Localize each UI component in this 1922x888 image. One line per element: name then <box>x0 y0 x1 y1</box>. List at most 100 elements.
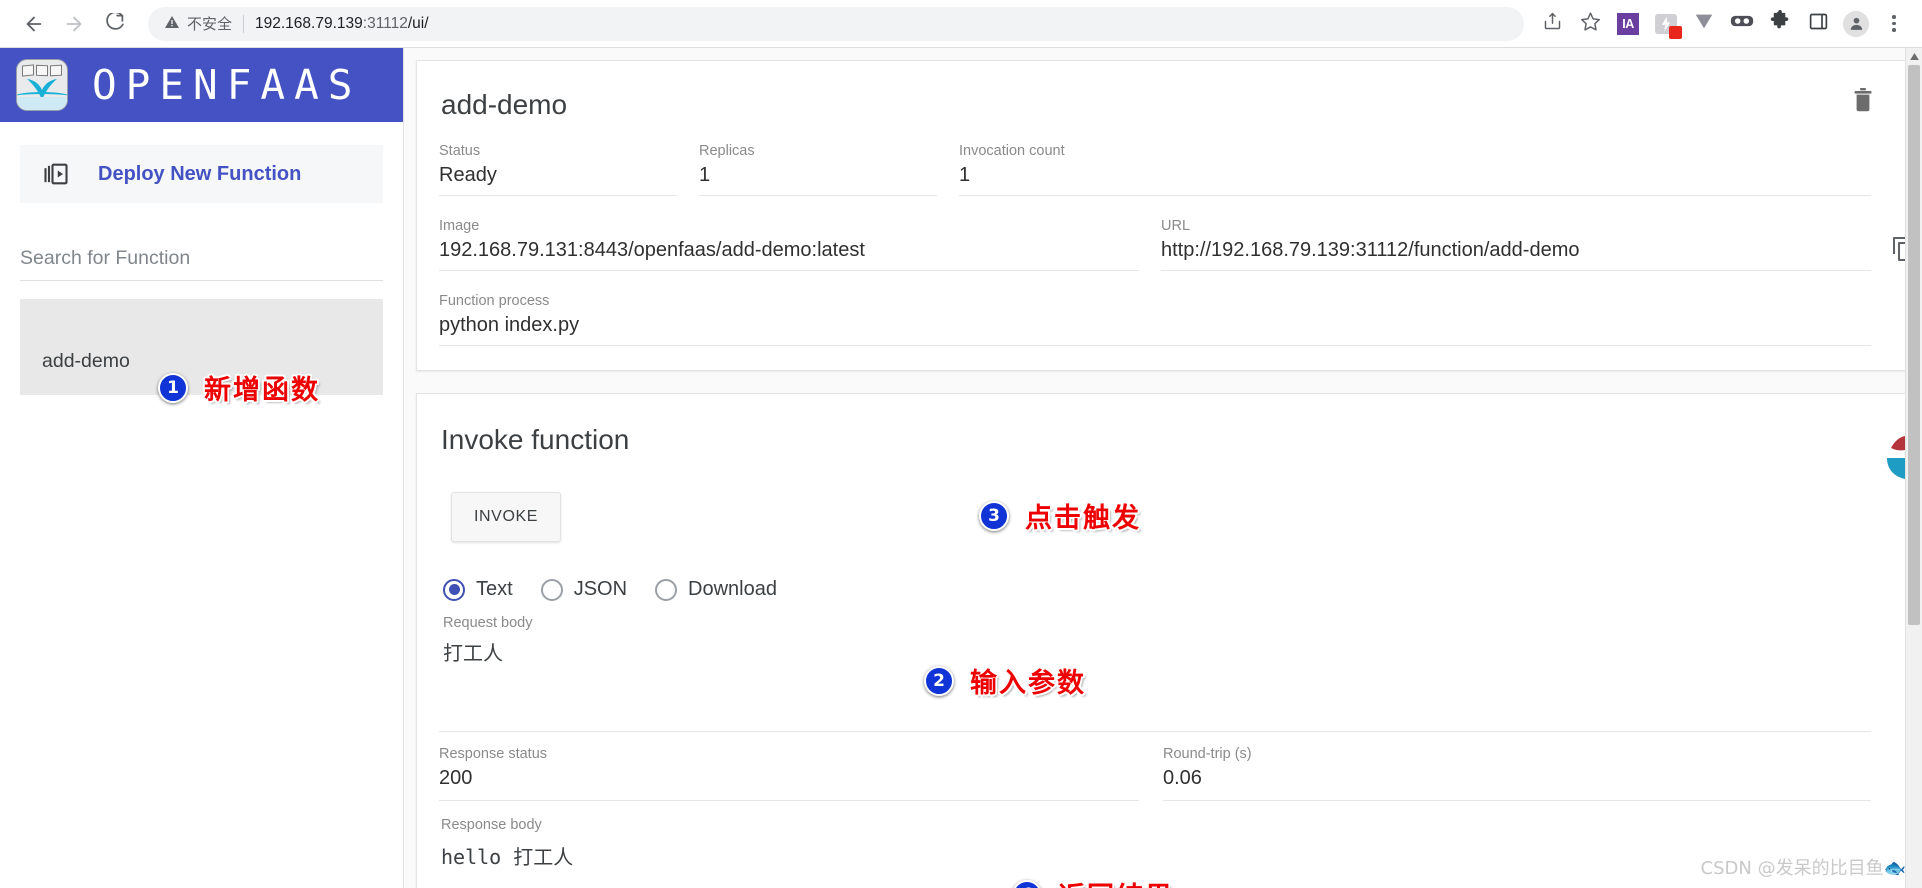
radio-json-label: JSON <box>574 578 627 601</box>
deploy-new-function-button[interactable]: Deploy New Function <box>20 145 383 203</box>
request-body-block: Request body 打工人 <box>443 615 1871 725</box>
response-body-label: Response body <box>441 817 1871 833</box>
back-button[interactable] <box>14 4 54 44</box>
image-field: Image 192.168.79.131:8443/openfaas/add-d… <box>439 218 1139 271</box>
response-status-label: Response status <box>439 746 1139 762</box>
arrow-right-icon <box>63 13 85 35</box>
round-trip-value: 0.06 <box>1163 767 1871 790</box>
response-body-value: hello 打工人 <box>441 841 1871 870</box>
browser-menu-button[interactable] <box>1876 6 1912 42</box>
url-port: :31112 <box>363 15 408 32</box>
response-meta-row: Response status 200 Round-trip (s) 0.06 <box>439 731 1871 801</box>
openfaas-whale-logo <box>16 59 68 111</box>
scroll-thumb[interactable] <box>1908 65 1920 625</box>
watermark: CSDN @发呆的比目鱼🐟 <box>1701 854 1906 880</box>
v-extension-icon <box>1693 10 1715 37</box>
extension-internet-archive[interactable]: IA <box>1610 6 1646 42</box>
delete-function-button[interactable] <box>1851 87 1875 118</box>
replicas-label: Replicas <box>699 143 937 159</box>
profile-avatar-icon <box>1843 11 1869 37</box>
extension-v[interactable] <box>1686 6 1722 42</box>
star-icon <box>1580 11 1601 37</box>
radio-text-label: Text <box>476 578 513 601</box>
replicas-field: Replicas 1 <box>699 143 937 196</box>
invocation-count-value: 1 <box>959 164 970 186</box>
reload-icon <box>104 13 125 34</box>
main-content: add-demo Status Ready Replicas <box>404 48 1922 888</box>
radio-json-input[interactable] <box>541 579 563 601</box>
function-list: add-demo <box>20 299 383 395</box>
response-status-value: 200 <box>439 767 1139 790</box>
trash-icon <box>1851 100 1875 117</box>
status-field: Status Ready <box>439 143 677 196</box>
round-trip-field: Round-trip (s) 0.06 <box>1163 746 1871 801</box>
warning-triangle-icon <box>164 14 180 34</box>
scroll-up-arrow[interactable] <box>1906 48 1922 65</box>
request-body-input[interactable]: 打工人 <box>443 637 1871 725</box>
radio-option-download[interactable]: Download <box>655 578 777 601</box>
extensions-button[interactable] <box>1762 6 1798 42</box>
function-name: add-demo <box>42 350 130 373</box>
security-warning-label: 不安全 <box>187 13 232 34</box>
extension-flash[interactable] <box>1648 6 1684 42</box>
forward-button[interactable] <box>54 4 94 44</box>
address-bar[interactable]: 不安全 192.168.79.139:31112/ui/ <box>148 7 1524 41</box>
browser-toolbar: 不安全 192.168.79.139:31112/ui/ IA <box>0 0 1922 48</box>
side-panel-icon <box>1808 11 1829 37</box>
extension-glasses[interactable] <box>1724 6 1760 42</box>
response-status-field: Response status 200 <box>439 746 1139 801</box>
security-warning[interactable]: 不安全 <box>164 13 232 34</box>
page-scrollbar[interactable] <box>1905 48 1922 888</box>
url-label: URL <box>1161 218 1871 234</box>
logo-papers <box>22 65 62 76</box>
url-path: /ui/ <box>408 15 429 32</box>
invoke-section-title: Invoke function <box>441 424 1871 456</box>
bookmark-button[interactable] <box>1572 6 1608 42</box>
browser-action-icons: IA <box>1534 6 1912 42</box>
url-value: http://192.168.79.139:31112/function/add… <box>1161 239 1579 261</box>
radio-option-json[interactable]: JSON <box>541 578 627 601</box>
invoke-function-card: Invoke function INVO <box>416 393 1906 888</box>
replicas-value: 1 <box>699 164 710 186</box>
invocation-count-label: Invocation count <box>959 143 1871 159</box>
brand-header: OPENFAAS <box>0 48 403 122</box>
arrow-left-icon <box>23 13 45 35</box>
reload-button[interactable] <box>94 4 134 44</box>
function-process-value: python index.py <box>439 314 579 336</box>
url-text: 192.168.79.139:31112/ui/ <box>255 15 429 33</box>
side-panel-button[interactable] <box>1800 6 1836 42</box>
sidebar: OPENFAAS Deploy New Function add-demo 1 <box>0 48 404 888</box>
glasses-extension-icon <box>1730 12 1754 35</box>
invoke-button[interactable]: INVOKE <box>451 492 561 542</box>
function-detail-card: add-demo Status Ready Replicas <box>416 60 1906 371</box>
status-value: Ready <box>439 164 497 186</box>
logo-wave <box>16 92 68 101</box>
page-body: OPENFAAS Deploy New Function add-demo 1 <box>0 48 1922 888</box>
status-label: Status <box>439 143 677 159</box>
share-icon <box>1542 11 1563 37</box>
ia-extension-icon: IA <box>1617 13 1639 35</box>
radio-option-text[interactable]: Text <box>443 578 513 601</box>
omnibox-divider <box>243 15 244 33</box>
image-url-row: Image 192.168.79.131:8443/openfaas/add-d… <box>439 218 1871 271</box>
response-body-block: Response body hello 打工人 <box>439 817 1871 870</box>
function-list-item-add-demo[interactable]: add-demo <box>20 299 383 395</box>
extension-badge <box>1669 26 1682 39</box>
invocation-count-field: Invocation count 1 <box>959 143 1871 196</box>
response-type-radio-group: Text JSON Download <box>443 578 1871 601</box>
deploy-box-icon <box>42 160 70 188</box>
function-process-label: Function process <box>439 293 1871 309</box>
search-field-wrapper <box>20 247 383 281</box>
flash-extension-icon <box>1655 14 1677 34</box>
profile-button[interactable] <box>1838 6 1874 42</box>
search-input[interactable] <box>20 247 383 270</box>
function-stats-row: Status Ready Replicas 1 Invocation count… <box>439 143 1871 196</box>
deploy-new-function-label: Deploy New Function <box>98 163 301 186</box>
round-trip-label: Round-trip (s) <box>1163 746 1871 762</box>
radio-text-input[interactable] <box>443 579 465 601</box>
request-body-label: Request body <box>443 615 1871 631</box>
radio-download-input[interactable] <box>655 579 677 601</box>
process-row: Function process python index.py <box>439 293 1871 346</box>
page-title: add-demo <box>441 89 1871 121</box>
share-button[interactable] <box>1534 6 1570 42</box>
